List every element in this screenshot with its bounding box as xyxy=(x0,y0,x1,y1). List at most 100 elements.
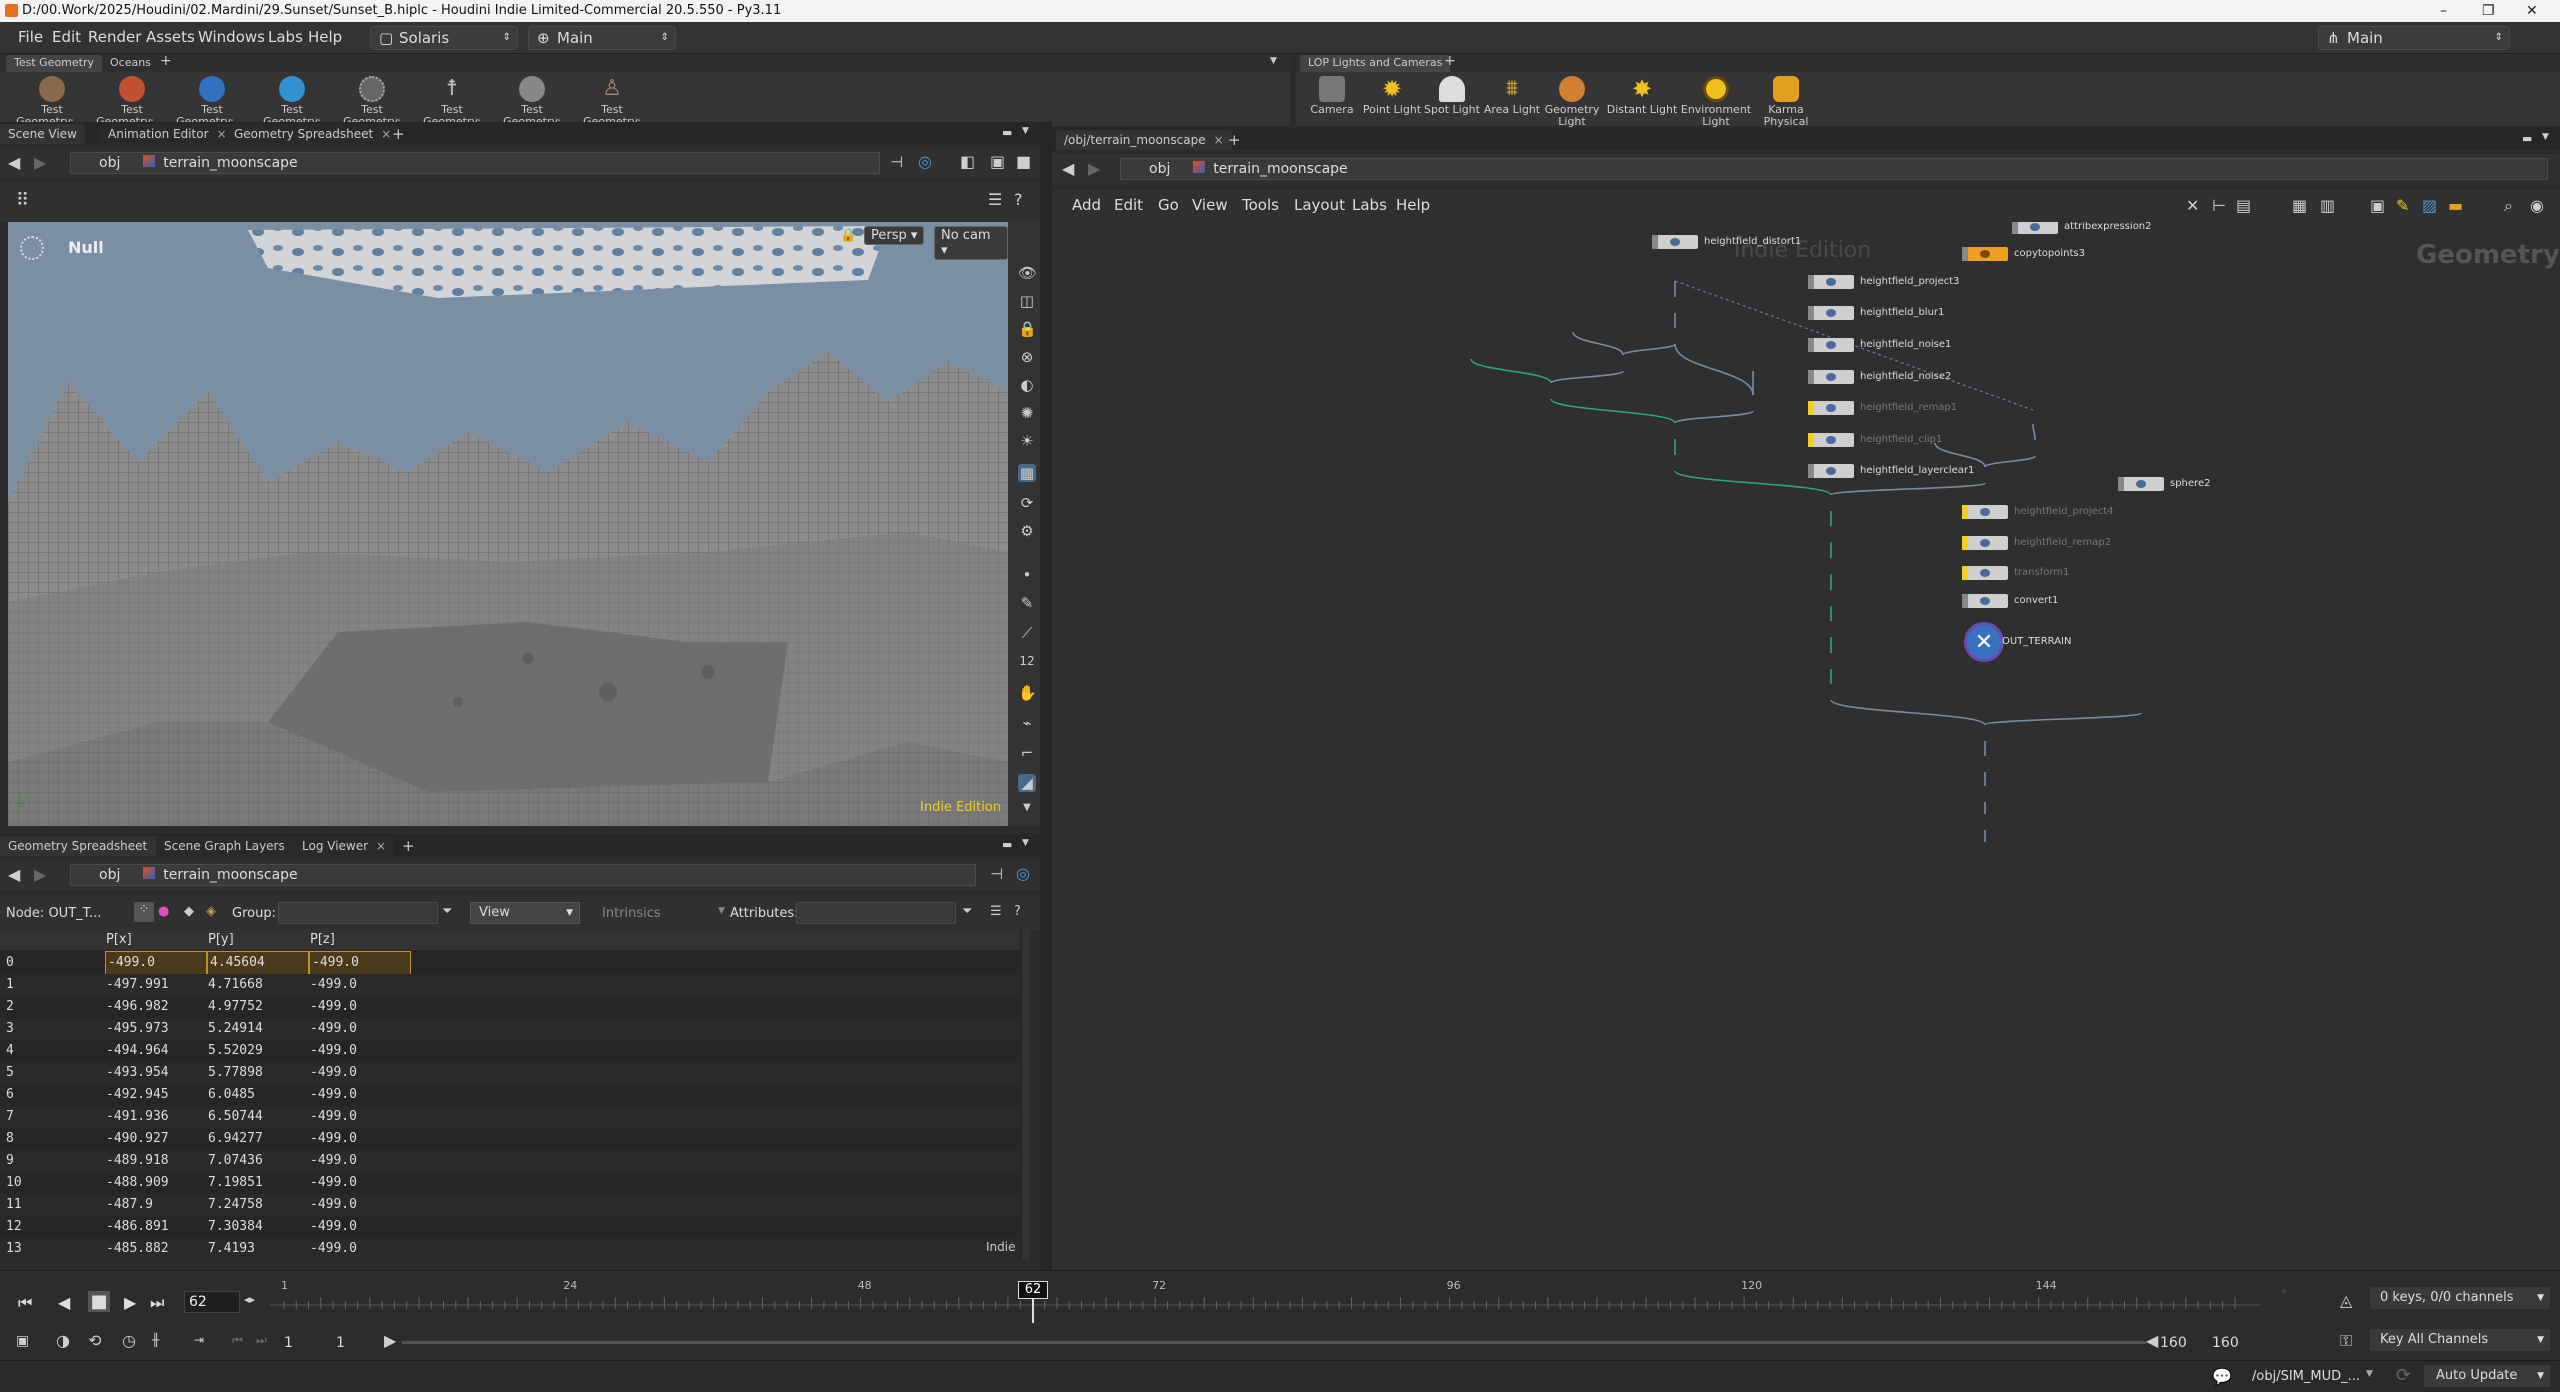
columns-icon[interactable]: ☰ xyxy=(990,904,1002,919)
pane-layout-icon[interactable]: ▬ xyxy=(2522,132,2532,145)
menu-labs[interactable]: Labs xyxy=(268,28,303,46)
tool-test-geometry-crag[interactable]: Test Geometry: ... xyxy=(16,76,88,128)
menu-edit[interactable]: Edit xyxy=(52,28,81,46)
clock-icon[interactable]: ◷ xyxy=(122,1331,136,1350)
eyedropper-icon[interactable]: ⟋ xyxy=(1018,624,1036,642)
brush-icon[interactable]: ⌁ xyxy=(1018,714,1036,732)
path-node[interactable]: terrain_moonscape xyxy=(1213,161,1347,177)
help-icon[interactable]: ? xyxy=(1014,190,1023,209)
display-options-icon[interactable]: ☰ xyxy=(988,190,1002,209)
network-node[interactable] xyxy=(1962,566,2008,580)
current-frame-field[interactable]: 62 xyxy=(184,1291,240,1313)
bypass-flag-icon[interactable] xyxy=(1808,401,1814,415)
close-tab-icon[interactable]: × xyxy=(376,839,386,853)
help-icon[interactable]: ? xyxy=(1014,904,1021,919)
sheet-scrollbar[interactable] xyxy=(1022,930,1030,1260)
node-wire[interactable] xyxy=(2032,423,2036,441)
camera-menu[interactable]: No cam ▾ xyxy=(934,226,1008,260)
table-row[interactable]: 12 -486.891 7.30384 -499.0 xyxy=(0,1216,1020,1238)
key-all-dropdown[interactable]: Key All Channels ▼ xyxy=(2370,1329,2550,1351)
table-row[interactable]: 10 -488.909 7.19851 -499.0 xyxy=(0,1172,1020,1194)
back-arrow-icon[interactable]: ◀ xyxy=(1062,159,1074,178)
net-menu-layout[interactable]: Layout xyxy=(1294,196,1345,214)
tab-geometry-spreadsheet-top[interactable]: Geometry Spreadsheet × xyxy=(226,124,400,144)
net-menu-go[interactable]: Go xyxy=(1158,196,1179,214)
output-node-icon[interactable]: ✕ xyxy=(1964,622,2004,662)
forward-arrow-icon[interactable]: ▶ xyxy=(34,153,46,172)
point-icon[interactable]: • xyxy=(1018,566,1036,584)
bypass-flag-icon[interactable] xyxy=(1808,306,1814,320)
loop-icon[interactable]: ⟲ xyxy=(88,1331,101,1350)
node-wire[interactable] xyxy=(1622,343,1676,356)
hand-icon[interactable]: ✋ xyxy=(1018,684,1037,702)
bypass-flag-icon[interactable] xyxy=(1962,566,1968,580)
table-row[interactable]: 4 -494.964 5.52029 -499.0 xyxy=(0,1040,1020,1062)
table-row[interactable]: 8 -490.927 6.94277 -499.0 xyxy=(0,1128,1020,1150)
network-node[interactable] xyxy=(1808,338,1854,352)
primitives-mode-icon[interactable]: ◆ xyxy=(184,904,194,919)
network-node[interactable] xyxy=(1652,235,1698,249)
bypass-flag-icon[interactable] xyxy=(2012,222,2018,234)
path-root[interactable]: obj xyxy=(99,155,120,171)
node-wire[interactable] xyxy=(1830,482,1986,496)
header-py[interactable]: P[y] xyxy=(208,932,234,947)
menu-help[interactable]: Help xyxy=(308,28,342,46)
network-node[interactable] xyxy=(1808,433,1854,447)
tool-test-geometry-rubbertoy[interactable]: Test Geometry: ... xyxy=(96,76,168,128)
step-back-icon[interactable]: ⇥ xyxy=(194,1333,204,1347)
node-wire[interactable] xyxy=(1674,410,1754,424)
tool-distant-light[interactable]: ✸ Distant Light xyxy=(1606,76,1678,116)
status-path[interactable]: /obj/SIM_MUD_... xyxy=(2252,1369,2360,1384)
net-menu-tools[interactable]: Tools xyxy=(1242,196,1279,214)
menu-assets[interactable]: Assets xyxy=(146,28,195,46)
number-icon[interactable]: 12 xyxy=(1018,654,1036,672)
realtime-icon[interactable]: ▣ xyxy=(16,1333,29,1349)
tab-geometry-spreadsheet[interactable]: Geometry Spreadsheet× xyxy=(0,836,174,856)
pane-menu-icon[interactable]: ▼ xyxy=(1022,838,1029,848)
net-menu-labs[interactable]: Labs xyxy=(1352,196,1387,214)
link-icon[interactable]: ◎ xyxy=(1016,864,1030,883)
palette-icon[interactable]: ▬ xyxy=(2448,196,2463,215)
bypass-flag-icon[interactable] xyxy=(1962,594,1968,608)
list-icon[interactable]: ▤ xyxy=(2236,196,2251,215)
pencil-icon[interactable]: ✎ xyxy=(1018,594,1036,612)
node-wire[interactable] xyxy=(1470,358,1552,384)
range-handle-left-icon[interactable]: ▶ xyxy=(384,1331,396,1350)
table-row[interactable]: 6 -492.945 6.0485 -499.0 xyxy=(0,1084,1020,1106)
link-icon[interactable]: ◎ xyxy=(918,152,932,171)
table-row[interactable]: 9 -489.918 7.07436 -499.0 xyxy=(0,1150,1020,1172)
intrinsics-label[interactable]: Intrinsics xyxy=(602,906,661,921)
vertices-mode-icon[interactable]: ● xyxy=(158,904,169,919)
points-mode-icon[interactable]: ⁘ xyxy=(134,902,154,922)
table-row[interactable]: 0 -499.0 4.45604 -499.0 xyxy=(0,951,1020,975)
bypass-flag-icon[interactable] xyxy=(1962,247,1968,261)
bypass-flag-icon[interactable] xyxy=(2118,477,2124,491)
network-node[interactable] xyxy=(1962,594,2008,608)
range-end-field[interactable]: 160 xyxy=(2160,1335,2187,1351)
bypass-flag-icon[interactable] xyxy=(1808,464,1814,478)
range-start-field[interactable]: 1 xyxy=(284,1335,293,1351)
add-shelf-tab-icon[interactable]: + xyxy=(1436,52,1464,69)
node-wire[interactable] xyxy=(1674,343,1754,396)
table-row[interactable]: 5 -493.954 5.77898 -499.0 xyxy=(0,1062,1020,1084)
header-px[interactable]: P[x] xyxy=(106,932,132,947)
maximize-pane-icon[interactable]: ■ xyxy=(1016,152,1031,171)
range-icon[interactable]: ╫ xyxy=(152,1333,159,1347)
path-node[interactable]: terrain_moonscape xyxy=(163,867,297,883)
network-node[interactable] xyxy=(1808,370,1854,384)
light-icon[interactable]: ✺ xyxy=(1018,404,1036,422)
pane-menu-icon[interactable]: ▼ xyxy=(1022,126,1029,136)
bypass-flag-icon[interactable] xyxy=(1652,235,1658,249)
next-key-icon[interactable]: ⏭ xyxy=(256,1333,267,1348)
shelf-tab-lop-lights[interactable]: LOP Lights and Cameras xyxy=(1300,55,1451,72)
scene-viewport[interactable]: Null 🔒 Persp ▾ No cam ▾ Indie Edition ⊥ xyxy=(8,222,1008,826)
sheet-path-field[interactable]: obj terrain_moonscape xyxy=(70,864,976,886)
note-icon[interactable]: ✎ xyxy=(2396,196,2409,215)
step-icon[interactable]: ◂▸ xyxy=(244,1293,255,1306)
pin-icon[interactable]: ⊣ xyxy=(990,865,1003,883)
detail-mode-icon[interactable]: ◈ xyxy=(206,904,216,919)
path-node[interactable]: terrain_moonscape xyxy=(163,155,297,171)
net-menu-edit[interactable]: Edit xyxy=(1114,196,1143,214)
tool-environment-light[interactable]: Environment Light xyxy=(1680,76,1752,128)
node-wire[interactable] xyxy=(1550,370,1624,384)
